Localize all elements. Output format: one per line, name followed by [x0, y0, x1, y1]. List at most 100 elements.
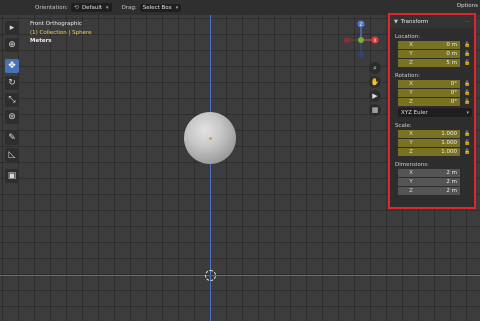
axis-label: X [409, 170, 413, 176]
tool-shelf: ▸ ⊕ ✥ ↻ ⤡ ⊛ ✎ ◺ ▣ [4, 20, 20, 186]
dimensions-label: Dimensions: [395, 162, 429, 168]
lock-icon[interactable]: 🔓 [464, 90, 471, 96]
drag-handle-icon[interactable]: ⋯ [465, 19, 472, 25]
location-y-row: Y 0 m 🔓 [390, 50, 474, 58]
transform-icon: ⊛ [8, 112, 16, 122]
rotation-label: Rotation: [395, 73, 420, 79]
transform-tool[interactable]: ⊛ [5, 110, 19, 124]
scale-x-row: X 1.000 🔓 [390, 130, 474, 138]
transform-panel: ▼ Transform ⋯ Location: X 0 m 🔓 Y 0 m 🔓 Z 5… [388, 13, 476, 209]
camera-view-button[interactable]: ▶ [369, 90, 381, 102]
rotate-icon: ↻ [8, 78, 16, 88]
transform-panel-header[interactable]: ▼ Transform ⋯ [390, 15, 474, 28]
cursor-icon: ⊕ [8, 40, 16, 50]
zoom-button[interactable]: ⌕ [369, 62, 381, 74]
grid-icon: ▦ [371, 106, 379, 114]
add-cube-icon: ▣ [7, 171, 17, 181]
field-value: 0 m [446, 51, 457, 57]
axis-label: X [409, 131, 413, 137]
scale-label: Scale: [395, 123, 412, 129]
rotation-mode-dropdown[interactable]: XYZ Euler ▾ [398, 108, 472, 117]
rotation-y-field[interactable]: Y 0° [398, 89, 460, 97]
dimensions-x-row: X 2 m [390, 169, 474, 177]
dimensions-z-row: Z 2 m [390, 187, 474, 195]
scale-y-field[interactable]: Y 1.000 [398, 139, 460, 147]
rotation-y-row: Y 0° 🔓 [390, 89, 474, 97]
move-icon: ✥ [8, 61, 16, 71]
neg-z-axis-ball[interactable] [358, 52, 364, 58]
field-value: 1.000 [441, 140, 457, 146]
collapse-triangle-icon: ▼ [394, 18, 398, 25]
field-value: 2 m [446, 170, 457, 176]
view-name: Front Orthographic [30, 21, 82, 27]
scale-z-field[interactable]: Z 1.000 [398, 148, 460, 156]
axis-label: X [409, 42, 413, 48]
orientation-label: Orientation: [35, 4, 68, 11]
y-axis-ball[interactable] [358, 37, 364, 43]
field-value: 0° [450, 90, 457, 96]
axis-label: X [409, 81, 413, 87]
lock-icon[interactable]: 🔓 [464, 140, 471, 146]
rotation-x-field[interactable]: X 0° [398, 80, 460, 88]
ortho-toggle-button[interactable]: ▦ [369, 104, 381, 116]
object-origin [209, 137, 212, 140]
scale-tool[interactable]: ⤡ [5, 93, 19, 107]
lock-icon[interactable]: 🔓 [464, 149, 471, 155]
rotation-mode-value: XYZ Euler [401, 109, 428, 116]
orientation-value: Default [81, 4, 103, 11]
gizmo-z-label: Z [359, 22, 362, 28]
field-value: 2 m [446, 179, 457, 185]
dimensions-x-field[interactable]: X 2 m [398, 169, 460, 177]
select-box-tool[interactable]: ▸ [5, 21, 19, 35]
neg-x-axis-ball[interactable] [344, 37, 350, 43]
viewport-info: Front Orthographic (1) Collection | Sphe… [30, 20, 91, 46]
scale-x-field[interactable]: X 1.000 [398, 130, 460, 138]
axis-label: Y [409, 179, 413, 185]
chevron-down-icon: ▾ [466, 109, 469, 116]
chevron-down-icon: ▾ [106, 4, 109, 11]
location-z-field[interactable]: Z 5 m [398, 59, 460, 67]
annotate-tool[interactable]: ✎ [5, 131, 19, 145]
rotation-z-field[interactable]: Z 0° [398, 98, 460, 106]
field-value: 0° [450, 81, 457, 87]
field-value: 1.000 [441, 149, 457, 155]
axis-label: Z [409, 188, 413, 194]
location-label: Location: [395, 34, 421, 40]
units-label: Meters [30, 38, 52, 44]
x-axis-line [0, 275, 480, 276]
cursor-tool[interactable]: ⊕ [5, 38, 19, 52]
add-cube-tool[interactable]: ▣ [5, 169, 19, 183]
axis-label: Y [409, 140, 413, 146]
axis-label: Y [409, 90, 413, 96]
dimensions-y-field[interactable]: Y 2 m [398, 178, 460, 186]
chevron-down-icon: ▾ [175, 4, 179, 11]
lock-icon[interactable]: 🔓 [464, 42, 471, 48]
scale-y-row: Y 1.000 🔓 [390, 139, 474, 147]
lock-icon[interactable]: 🔓 [464, 60, 471, 66]
field-value: 5 m [446, 60, 457, 66]
axis-label: Y [409, 51, 413, 57]
field-value: 2 m [446, 188, 457, 194]
lock-icon[interactable]: 🔓 [464, 99, 471, 105]
annotate-icon: ✎ [8, 133, 16, 143]
measure-tool[interactable]: ◺ [5, 148, 19, 162]
dimensions-z-field[interactable]: Z 2 m [398, 187, 460, 195]
location-x-field[interactable]: X 0 m [398, 41, 460, 49]
lock-icon[interactable]: 🔓 [464, 51, 471, 57]
axis-label: Z [409, 99, 413, 105]
move-tool[interactable]: ✥ [5, 59, 19, 73]
gizmo-x-label: X [373, 38, 376, 44]
drag-dropdown[interactable]: Select Box ▾ [139, 3, 182, 12]
location-y-field[interactable]: Y 0 m [398, 50, 460, 58]
orientation-icon: ⟲ [73, 4, 79, 11]
lock-icon[interactable]: 🔓 [464, 81, 471, 87]
orientation-dropdown[interactable]: ⟲ Default ▾ [70, 3, 112, 12]
pan-button[interactable]: ✋ [369, 76, 381, 88]
options-button[interactable]: Options [457, 3, 478, 9]
scale-icon: ⤡ [8, 95, 16, 105]
navigation-gizmo[interactable]: Z X [341, 18, 381, 62]
lock-icon[interactable]: 🔓 [464, 131, 471, 137]
3d-cursor[interactable] [205, 270, 216, 281]
rotate-tool[interactable]: ↻ [5, 76, 19, 90]
transform-title: Transform [400, 18, 429, 25]
